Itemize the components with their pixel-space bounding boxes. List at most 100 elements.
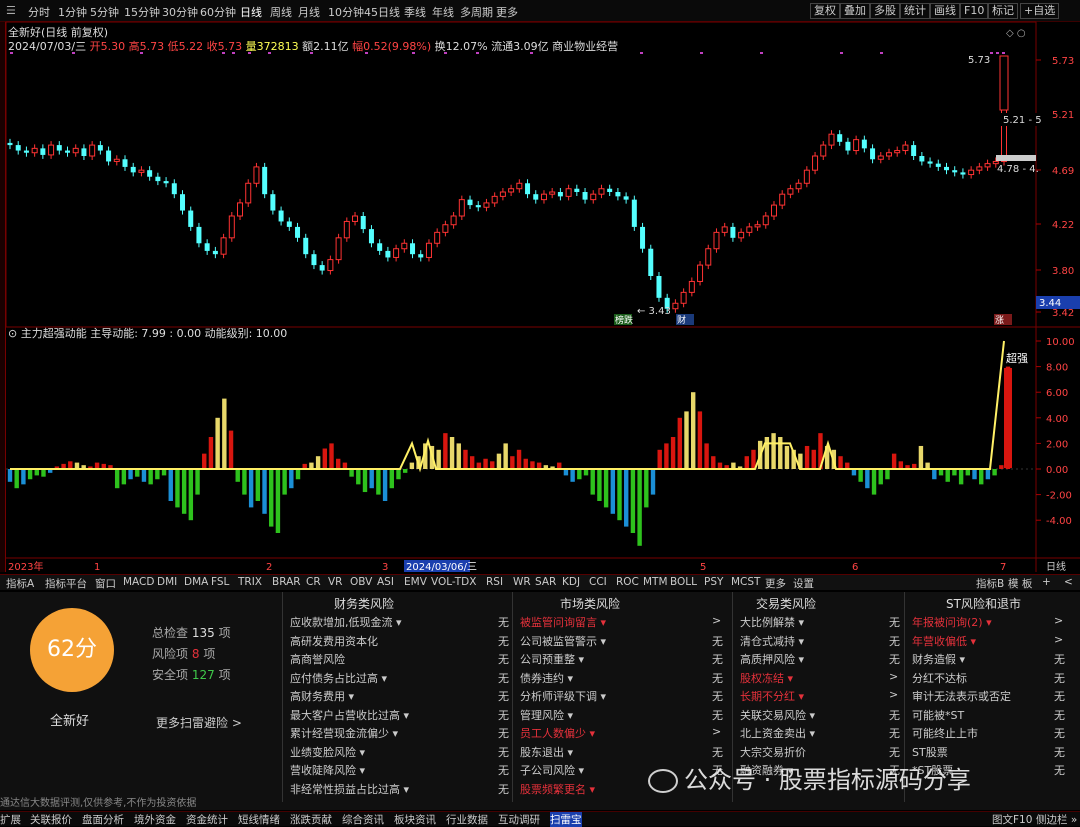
ind-tab-15[interactable]: RSI (486, 576, 503, 588)
ind-tab-23[interactable]: PSY (704, 576, 723, 588)
safe-label: 安全项 (152, 668, 189, 682)
ind-tab-7[interactable]: TRIX (238, 576, 262, 588)
risk-item-1-0[interactable]: 被监管问询留言 ▾ (520, 614, 606, 630)
ind-tab-3[interactable]: MACD (123, 576, 154, 588)
candle (787, 188, 794, 195)
bottom-tab-10[interactable]: 互动调研 (498, 812, 540, 827)
bottom-tab-1[interactable]: 关联报价 (30, 812, 72, 827)
ind-tab-8[interactable]: BRAR (272, 576, 301, 588)
risk-item-0-3[interactable]: 应付债务占比过高 ▾ (290, 670, 387, 686)
bottom-tab-11[interactable]: 扫雷宝 (550, 812, 582, 827)
ind-tab-13[interactable]: EMV (404, 576, 427, 588)
risk-item-0-0[interactable]: 应收款增加,低现金流 ▾ (290, 614, 402, 630)
sidebar-tab[interactable]: 侧边栏 » (1036, 812, 1077, 827)
marker-drop[interactable]: 榜跌 (615, 314, 633, 326)
risk-item-1-3[interactable]: 债券违约 ▾ (520, 670, 573, 686)
ind-bar (322, 448, 328, 469)
ind-tab-14[interactable]: VOL-TDX (431, 576, 476, 588)
ind-tab-18[interactable]: KDJ (562, 576, 580, 588)
risk-item-0-1[interactable]: 高研发费用资本化 (290, 633, 378, 649)
ind-tab-17[interactable]: SAR (535, 576, 556, 588)
ind-bar (885, 469, 890, 480)
ind-tab-19[interactable]: CCI (589, 576, 607, 588)
bottom-tab-7[interactable]: 综合资讯 (342, 812, 384, 827)
ind-tab-1[interactable]: 指标平台 (45, 576, 87, 591)
risk-item-2-0[interactable]: 大比例解禁 ▾ (740, 614, 804, 630)
ind-right-2[interactable]: + (1042, 576, 1051, 588)
risk-item-1-4[interactable]: 分析师评级下调 ▾ (520, 688, 606, 704)
risk-item-3-1[interactable]: 年营收偏低 ▾ (912, 633, 976, 649)
risk-item-1-1[interactable]: 公司被监管警示 ▾ (520, 633, 606, 649)
ind-tab-25[interactable]: 更多 (765, 576, 786, 591)
risk-item-1-7[interactable]: 股东退出 ▾ (520, 744, 573, 760)
risk-item-3-6[interactable]: 可能终止上市 (912, 725, 978, 741)
marker-finance[interactable]: 财 (677, 314, 686, 326)
marker-rise[interactable]: 涨 (995, 315, 1004, 326)
bottom-tab-4[interactable]: 资金统计 (186, 812, 228, 827)
risk-item-1-8[interactable]: 子公司风险 ▾ (520, 762, 584, 778)
ind-bar (992, 469, 997, 476)
risk-item-0-7[interactable]: 业绩变脸风险 ▾ (290, 744, 365, 760)
risk-item-2-4[interactable]: 长期不分红 ▾ (740, 688, 804, 704)
ind-tab-11[interactable]: OBV (350, 576, 372, 588)
ind-tab-24[interactable]: MCST (731, 576, 760, 588)
candle (23, 150, 29, 153)
risk-item-2-3[interactable]: 股权冻结 ▾ (740, 670, 793, 686)
bottom-tab-0[interactable]: 扩展 (0, 812, 21, 827)
candle (467, 199, 473, 206)
ind-bar (858, 469, 863, 482)
ind-tab-22[interactable]: BOLL (670, 576, 697, 588)
risk-item-0-9[interactable]: 非经常性损益占比过高 ▾ (290, 781, 409, 797)
bottom-tab-5[interactable]: 短线情绪 (238, 812, 280, 827)
risk-item-2-5[interactable]: 关联交易风险 ▾ (740, 707, 815, 723)
chart-settings-icon[interactable]: ◇ ○ (1006, 28, 1026, 39)
risk-item-2-6[interactable]: 北上资金卖出 ▾ (740, 725, 815, 741)
price-tick-2: 4.69 (1052, 166, 1074, 177)
ind-tab-2[interactable]: 窗口 (95, 576, 116, 591)
risk-item-3-5[interactable]: 可能被*ST (912, 707, 964, 723)
ind-right-3[interactable]: < (1064, 576, 1073, 588)
risk-item-0-5[interactable]: 最大客户占营收比过高 ▾ (290, 707, 409, 723)
ind-tab-4[interactable]: DMI (157, 576, 177, 588)
candle (582, 192, 588, 200)
risk-item-0-8[interactable]: 营收陡降风险 ▾ (290, 762, 365, 778)
bottom-tab-9[interactable]: 行业数据 (446, 812, 488, 827)
risk-item-3-7[interactable]: ST股票 (912, 744, 948, 760)
ind-tab-26[interactable]: 设置 (793, 576, 814, 591)
risk-item-1-6[interactable]: 员工人数偏少 ▾ (520, 725, 595, 741)
candle (656, 276, 662, 298)
risk-item-0-4[interactable]: 高财务费用 ▾ (290, 688, 354, 704)
risk-item-3-0[interactable]: 年报被问询(2) ▾ (912, 614, 992, 630)
risk-item-1-5[interactable]: 管理风险 ▾ (520, 707, 573, 723)
risk-item-3-4[interactable]: 审计无法表示或否定 (912, 688, 1011, 704)
f10-tab[interactable]: 图文F10 (992, 812, 1032, 827)
risk-item-1-9[interactable]: 股票频繁更名 ▾ (520, 781, 595, 797)
risk-item-0-6[interactable]: 累计经营现金流偏少 ▾ (290, 725, 398, 741)
ind-tab-9[interactable]: CR (306, 576, 321, 588)
candle (631, 199, 637, 227)
risk-item-2-7[interactable]: 大宗交易折价 (740, 744, 806, 760)
ind-tab-5[interactable]: DMA (184, 576, 208, 588)
kline-chart[interactable]: 5.73 5.21 4.69 4.22 3.80 3.42 5.73 5.21 - 5 4.78… (0, 0, 1080, 574)
bottom-tab-8[interactable]: 板块资讯 (394, 812, 436, 827)
bottom-tab-3[interactable]: 境外资金 (134, 812, 176, 827)
risk-item-3-3[interactable]: 分红不达标 (912, 670, 967, 686)
ind-bar (764, 437, 770, 469)
ind-tab-12[interactable]: ASI (377, 576, 394, 588)
risk-item-2-1[interactable]: 清仓式减持 ▾ (740, 633, 804, 649)
risk-item-2-2[interactable]: 高质押风险 ▾ (740, 651, 804, 667)
ind-tab-10[interactable]: VR (328, 576, 342, 588)
ind-tab-21[interactable]: MTM (643, 576, 668, 588)
ind-tab-16[interactable]: WR (513, 576, 531, 588)
ind-tab-0[interactable]: 指标A (6, 576, 34, 591)
ind-right-0[interactable]: 指标B (976, 576, 1004, 591)
ind-tab-6[interactable]: FSL (211, 576, 229, 588)
ind-right-1[interactable]: 模 板 (1008, 576, 1032, 591)
ind-tab-20[interactable]: ROC (616, 576, 639, 588)
bottom-tab-6[interactable]: 涨跌贡献 (290, 812, 332, 827)
risk-item-1-2[interactable]: 公司预重整 ▾ (520, 651, 584, 667)
risk-item-3-2[interactable]: 财务造假 ▾ (912, 651, 965, 667)
bottom-tab-2[interactable]: 盘面分析 (82, 812, 124, 827)
risk-item-0-2[interactable]: 高商誉风险 (290, 651, 345, 667)
more-scan-link[interactable]: 更多扫雷避险 > (156, 714, 242, 731)
